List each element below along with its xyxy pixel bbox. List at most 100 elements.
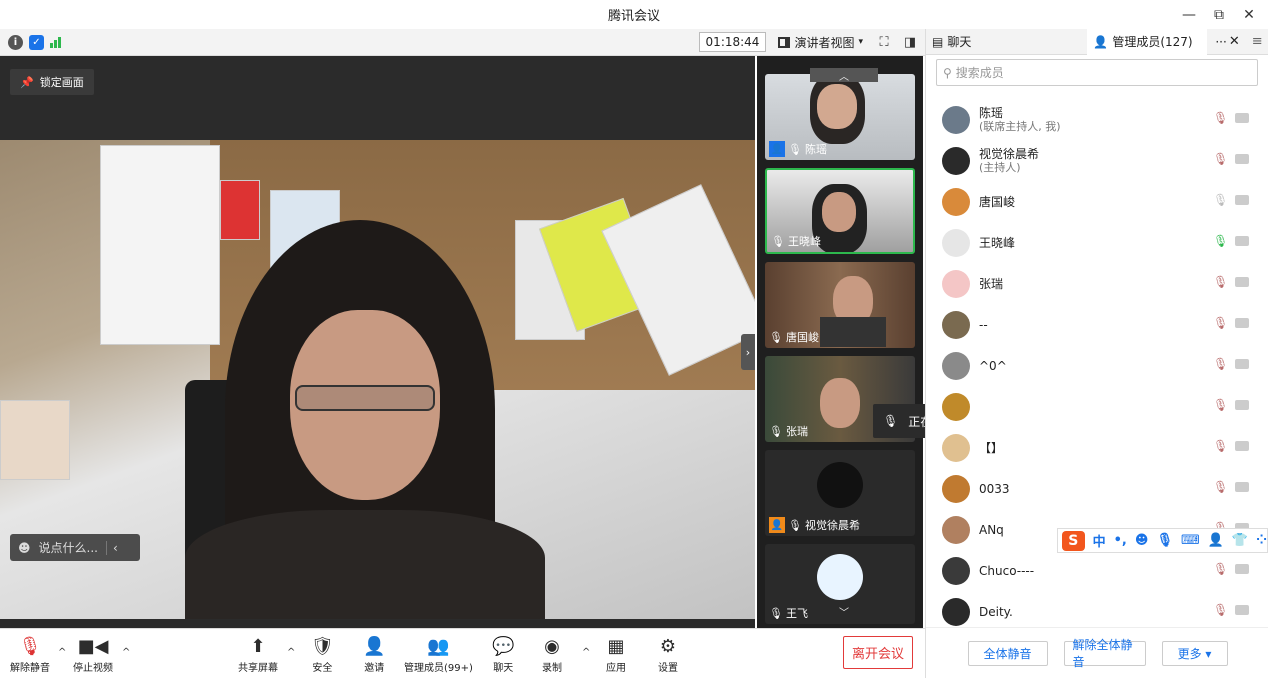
mic-muted-icon[interactable]: 🎙 <box>1213 357 1228 371</box>
view-mode-dropdown[interactable]: 演讲者视图 ▾ <box>774 32 867 52</box>
tab-members[interactable]: 👤 管理成员(127) <box>1087 28 1208 55</box>
scroll-up-button[interactable]: ︿ <box>810 68 878 83</box>
tab-chat[interactable]: ▤ 聊天 <box>926 29 977 55</box>
member-row[interactable]: -- 🎙 <box>926 304 1268 345</box>
member-status-icons: 🎙 <box>1213 562 1249 576</box>
sidebar-toggle-icon[interactable]: ◨ <box>901 33 919 51</box>
mic-muted-icon[interactable]: 🎙 <box>1213 603 1228 617</box>
chevron-left-icon[interactable]: ‹ <box>105 540 118 555</box>
video-camera-icon[interactable] <box>1235 441 1249 451</box>
emoji-icon[interactable]: ☻ <box>1135 533 1149 548</box>
emoji-icon[interactable]: ☻ <box>18 541 31 555</box>
collapse-sidebar-button[interactable]: › <box>741 334 755 370</box>
scroll-down-button[interactable]: ﹀ <box>810 604 878 619</box>
layout-icon <box>778 36 791 48</box>
menu-icon[interactable]: ≡ <box>1252 34 1263 49</box>
chevron-up-icon[interactable]: ^ <box>58 647 66 658</box>
stop-video-button[interactable]: ■◀ 停止视频 <box>73 635 113 675</box>
member-name: 0033 <box>979 481 1010 496</box>
video-camera-icon[interactable] <box>1235 564 1249 574</box>
member-row[interactable]: 陈瑶 (联席主持人, 我) 🎙 <box>926 99 1268 140</box>
thumbnail-tile[interactable]: 🎙 唐国峻 <box>765 262 915 348</box>
video-camera-icon[interactable] <box>1235 236 1249 246</box>
video-camera-icon[interactable] <box>1235 482 1249 492</box>
mute-all-button[interactable]: 全体静音 <box>967 640 1048 666</box>
video-camera-icon[interactable] <box>1235 359 1249 369</box>
avatar <box>942 228 970 257</box>
mic-muted-icon[interactable]: 🎙 <box>1213 439 1228 453</box>
unmute-all-button[interactable]: 解除全体静音 <box>1063 638 1146 669</box>
bottom-toolbar: 🎙 解除静音 ^ ■◀ 停止视频 ^ ⬆ 共享屏幕 ^ 🛡 安全 👤 邀请 👥 … <box>0 628 925 678</box>
mic-icon[interactable]: 🎙 <box>1213 193 1228 207</box>
ime-language[interactable]: 中 <box>1093 531 1106 550</box>
mic-muted-icon[interactable]: 🎙 <box>1213 480 1228 494</box>
chevron-up-icon[interactable]: ^ <box>122 647 130 658</box>
more-icon[interactable]: ··· <box>1215 35 1226 49</box>
member-row[interactable]: 0033 🎙 <box>926 468 1268 509</box>
fullscreen-icon[interactable]: ⛶ <box>875 33 893 51</box>
panel-tabs: ▤ 聊天 👤 管理成员(127) ··· ✕ ≡ <box>926 28 1268 55</box>
apps-button[interactable]: ▦ 应用 <box>606 635 626 675</box>
security-button[interactable]: 🛡 安全 <box>311 635 334 675</box>
member-row[interactable]: 视觉徐晨希 (主持人) 🎙 <box>926 140 1268 181</box>
chat-quick-input[interactable]: ☻ 说点什么... ‹ <box>10 534 140 561</box>
mic-muted-icon[interactable]: 🎙 <box>1213 275 1228 289</box>
mic-muted-icon[interactable]: 🎙 <box>1213 111 1228 125</box>
member-row[interactable]: 🎙 <box>926 386 1268 427</box>
manage-members-label: 管理成员(99+) <box>404 663 473 674</box>
user-icon[interactable]: 👤 <box>1208 533 1224 548</box>
video-camera-icon[interactable] <box>1235 113 1249 123</box>
share-screen-button[interactable]: ⬆ 共享屏幕 <box>238 635 278 675</box>
record-button[interactable]: ◉ 录制 <box>542 635 562 675</box>
chat-button[interactable]: 💬 聊天 <box>492 635 514 675</box>
punctuation-icon[interactable]: •, <box>1114 533 1127 548</box>
video-camera-icon[interactable] <box>1235 195 1249 205</box>
video-camera-icon[interactable] <box>1235 400 1249 410</box>
member-row[interactable]: 张瑞 🎙 <box>926 263 1268 304</box>
mic-muted-icon[interactable]: 🎙 <box>1213 152 1228 166</box>
video-camera-icon[interactable] <box>1235 318 1249 328</box>
avatar <box>942 351 970 380</box>
member-row[interactable]: 【】 🎙 <box>926 427 1268 468</box>
close-icon[interactable]: ✕ <box>1236 4 1262 26</box>
member-row[interactable]: Deity. 🎙 <box>926 591 1268 632</box>
member-row[interactable]: 唐国峻 🎙 <box>926 181 1268 222</box>
chevron-up-icon[interactable]: ^ <box>287 647 295 658</box>
signal-icon[interactable] <box>50 36 61 48</box>
member-row[interactable]: 王晓峰 🎙 <box>926 222 1268 263</box>
info-icon[interactable]: i <box>8 34 23 50</box>
thumbnail-tile[interactable]: 👤 🎙 视觉徐晨希 <box>765 450 915 536</box>
mic-icon[interactable]: 🎙 <box>1156 533 1173 548</box>
mic-icon[interactable]: 🎙 <box>1213 234 1228 248</box>
member-row[interactable]: ^0^ 🎙 <box>926 345 1268 386</box>
member-name: 王晓峰 <box>979 235 1016 250</box>
keyboard-icon[interactable]: ⌨ <box>1181 533 1200 548</box>
mic-muted-icon[interactable]: 🎙 <box>1213 562 1228 576</box>
unmute-button[interactable]: 🎙 解除静音 <box>10 635 50 675</box>
close-icon[interactable]: ✕ <box>1229 34 1240 49</box>
settings-button[interactable]: ⚙ 设置 <box>658 635 678 675</box>
member-row[interactable]: Chuco---- 🎙 <box>926 550 1268 591</box>
mic-muted-icon[interactable]: 🎙 <box>1213 398 1228 412</box>
more-button[interactable]: 更多 ▾ <box>1161 640 1228 666</box>
restore-icon[interactable]: ⧉ <box>1206 4 1232 26</box>
minimize-icon[interactable]: — <box>1176 4 1202 26</box>
thumbnail-tile[interactable]: 🎙 王晓峰 <box>765 168 915 254</box>
ime-toolbar[interactable]: S 中 •, ☻ 🎙 ⌨ 👤 👕 ⁘ <box>1057 528 1268 553</box>
leave-meeting-button[interactable]: 离开会议 <box>843 636 913 669</box>
mic-muted-icon: 🎙 <box>788 142 802 156</box>
grid-icon[interactable]: ⁘ <box>1256 533 1267 548</box>
video-camera-icon[interactable] <box>1235 277 1249 287</box>
chevron-up-icon[interactable]: ^ <box>582 647 590 658</box>
mic-muted-icon[interactable]: 🎙 <box>1213 316 1228 330</box>
video-camera-icon[interactable] <box>1235 154 1249 164</box>
shield-icon[interactable]: ✓ <box>29 34 44 50</box>
thumbnail-tile[interactable]: 👤 🎙 陈瑶 <box>765 74 915 160</box>
member-search-input[interactable]: ⚲ 搜索成员 <box>936 59 1258 86</box>
skin-icon[interactable]: 👕 <box>1232 533 1248 548</box>
avatar <box>942 146 970 175</box>
video-camera-icon[interactable] <box>1235 605 1249 615</box>
invite-button[interactable]: 👤 邀请 <box>363 635 385 675</box>
manage-members-button[interactable]: 👥 管理成员(99+) <box>404 635 473 675</box>
lock-view-button[interactable]: 📌 锁定画面 <box>10 69 94 95</box>
